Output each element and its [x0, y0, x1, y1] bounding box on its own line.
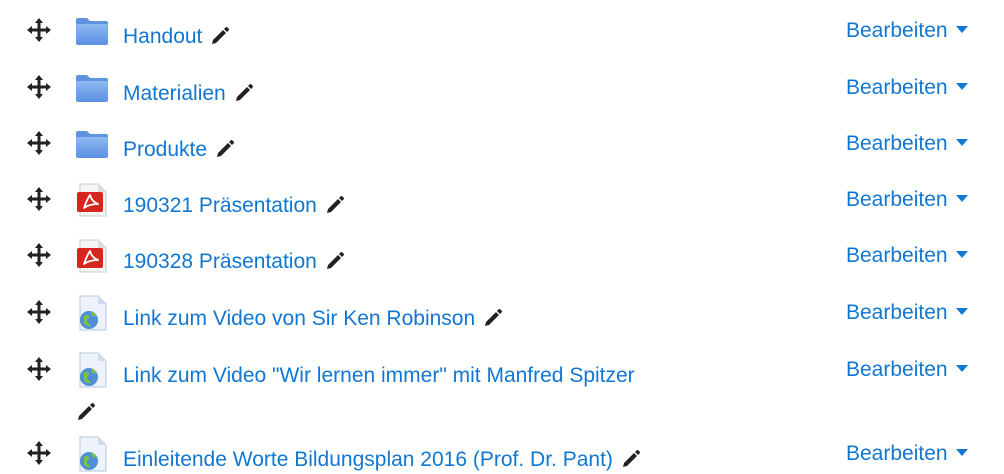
- edit-menu-label: Bearbeiten: [846, 19, 948, 42]
- caret-down-icon: [955, 83, 968, 90]
- activity-list: Handout Bearbeiten Materialien Bearbeite…: [0, 0, 1004, 474]
- activity-link[interactable]: Materialien: [123, 82, 226, 105]
- activity-row: Materialien Bearbeiten: [0, 74, 1004, 130]
- activity-row: Produkte Bearbeiten: [0, 130, 1004, 186]
- activity-row: Handout Bearbeiten: [0, 17, 1004, 73]
- edit-menu-label: Bearbeiten: [846, 188, 948, 211]
- activity-row: Link zum Video "Wir lernen immer" mit Ma…: [0, 356, 1004, 426]
- caret-down-icon: [955, 308, 968, 315]
- activity-row: Einleitende Worte Bildungsplan 2016 (Pro…: [0, 440, 1004, 474]
- edit-title-pencil-icon[interactable]: [210, 26, 230, 46]
- edit-menu-button[interactable]: Bearbeiten: [846, 357, 968, 383]
- move-icon[interactable]: [26, 17, 52, 43]
- activity-row: 190328 Präsentation Bearbeiten: [0, 242, 1004, 298]
- url-link-icon[interactable]: [74, 352, 110, 388]
- move-icon[interactable]: [26, 440, 52, 466]
- move-icon[interactable]: [26, 130, 52, 156]
- edit-menu-button[interactable]: Bearbeiten: [846, 75, 968, 101]
- move-icon[interactable]: [26, 74, 52, 100]
- edit-menu-label: Bearbeiten: [846, 244, 948, 267]
- folder-icon[interactable]: [74, 126, 110, 162]
- edit-menu-label: Bearbeiten: [846, 358, 948, 381]
- caret-down-icon: [955, 365, 968, 372]
- edit-menu-button[interactable]: Bearbeiten: [846, 243, 968, 269]
- activity-row: 190321 Präsentation Bearbeiten: [0, 186, 1004, 242]
- activity-row: Link zum Video von Sir Ken Robinson Bear…: [0, 299, 1004, 355]
- caret-down-icon: [955, 251, 968, 258]
- caret-down-icon: [955, 449, 968, 456]
- caret-down-icon: [955, 139, 968, 146]
- edit-title-pencil-icon[interactable]: [483, 308, 503, 328]
- edit-menu-label: Bearbeiten: [846, 442, 948, 465]
- edit-title-pencil-icon[interactable]: [325, 251, 345, 271]
- pdf-icon[interactable]: [74, 238, 110, 274]
- edit-menu-label: Bearbeiten: [846, 132, 948, 155]
- edit-title-pencil-icon[interactable]: [234, 83, 254, 103]
- url-link-icon[interactable]: [74, 295, 110, 331]
- activity-link[interactable]: Link zum Video von Sir Ken Robinson: [123, 307, 475, 330]
- edit-menu-label: Bearbeiten: [846, 301, 948, 324]
- edit-menu-label: Bearbeiten: [846, 76, 948, 99]
- activity-link[interactable]: Produkte: [123, 138, 207, 161]
- move-icon[interactable]: [26, 186, 52, 212]
- edit-menu-button[interactable]: Bearbeiten: [846, 131, 968, 157]
- folder-icon[interactable]: [74, 70, 110, 106]
- move-icon[interactable]: [26, 356, 52, 382]
- activity-link[interactable]: Link zum Video "Wir lernen immer" mit Ma…: [123, 364, 635, 387]
- pdf-icon[interactable]: [74, 182, 110, 218]
- edit-title-pencil-icon[interactable]: [325, 195, 345, 215]
- edit-menu-button[interactable]: Bearbeiten: [846, 441, 968, 467]
- move-icon[interactable]: [26, 242, 52, 268]
- edit-title-pencil-icon[interactable]: [621, 449, 641, 469]
- edit-menu-button[interactable]: Bearbeiten: [846, 18, 968, 44]
- caret-down-icon: [955, 195, 968, 202]
- activity-link[interactable]: Handout: [123, 25, 202, 48]
- edit-title-pencil-icon[interactable]: [215, 139, 235, 159]
- edit-menu-button[interactable]: Bearbeiten: [846, 187, 968, 213]
- move-icon[interactable]: [26, 299, 52, 325]
- folder-icon[interactable]: [74, 13, 110, 49]
- activity-link[interactable]: 190321 Präsentation: [123, 194, 317, 217]
- caret-down-icon: [955, 26, 968, 33]
- edit-title-pencil-icon[interactable]: [76, 402, 96, 422]
- activity-link[interactable]: 190328 Präsentation: [123, 250, 317, 273]
- edit-menu-button[interactable]: Bearbeiten: [846, 300, 968, 326]
- url-link-icon[interactable]: [74, 436, 110, 472]
- activity-link[interactable]: Einleitende Worte Bildungsplan 2016 (Pro…: [123, 448, 613, 471]
